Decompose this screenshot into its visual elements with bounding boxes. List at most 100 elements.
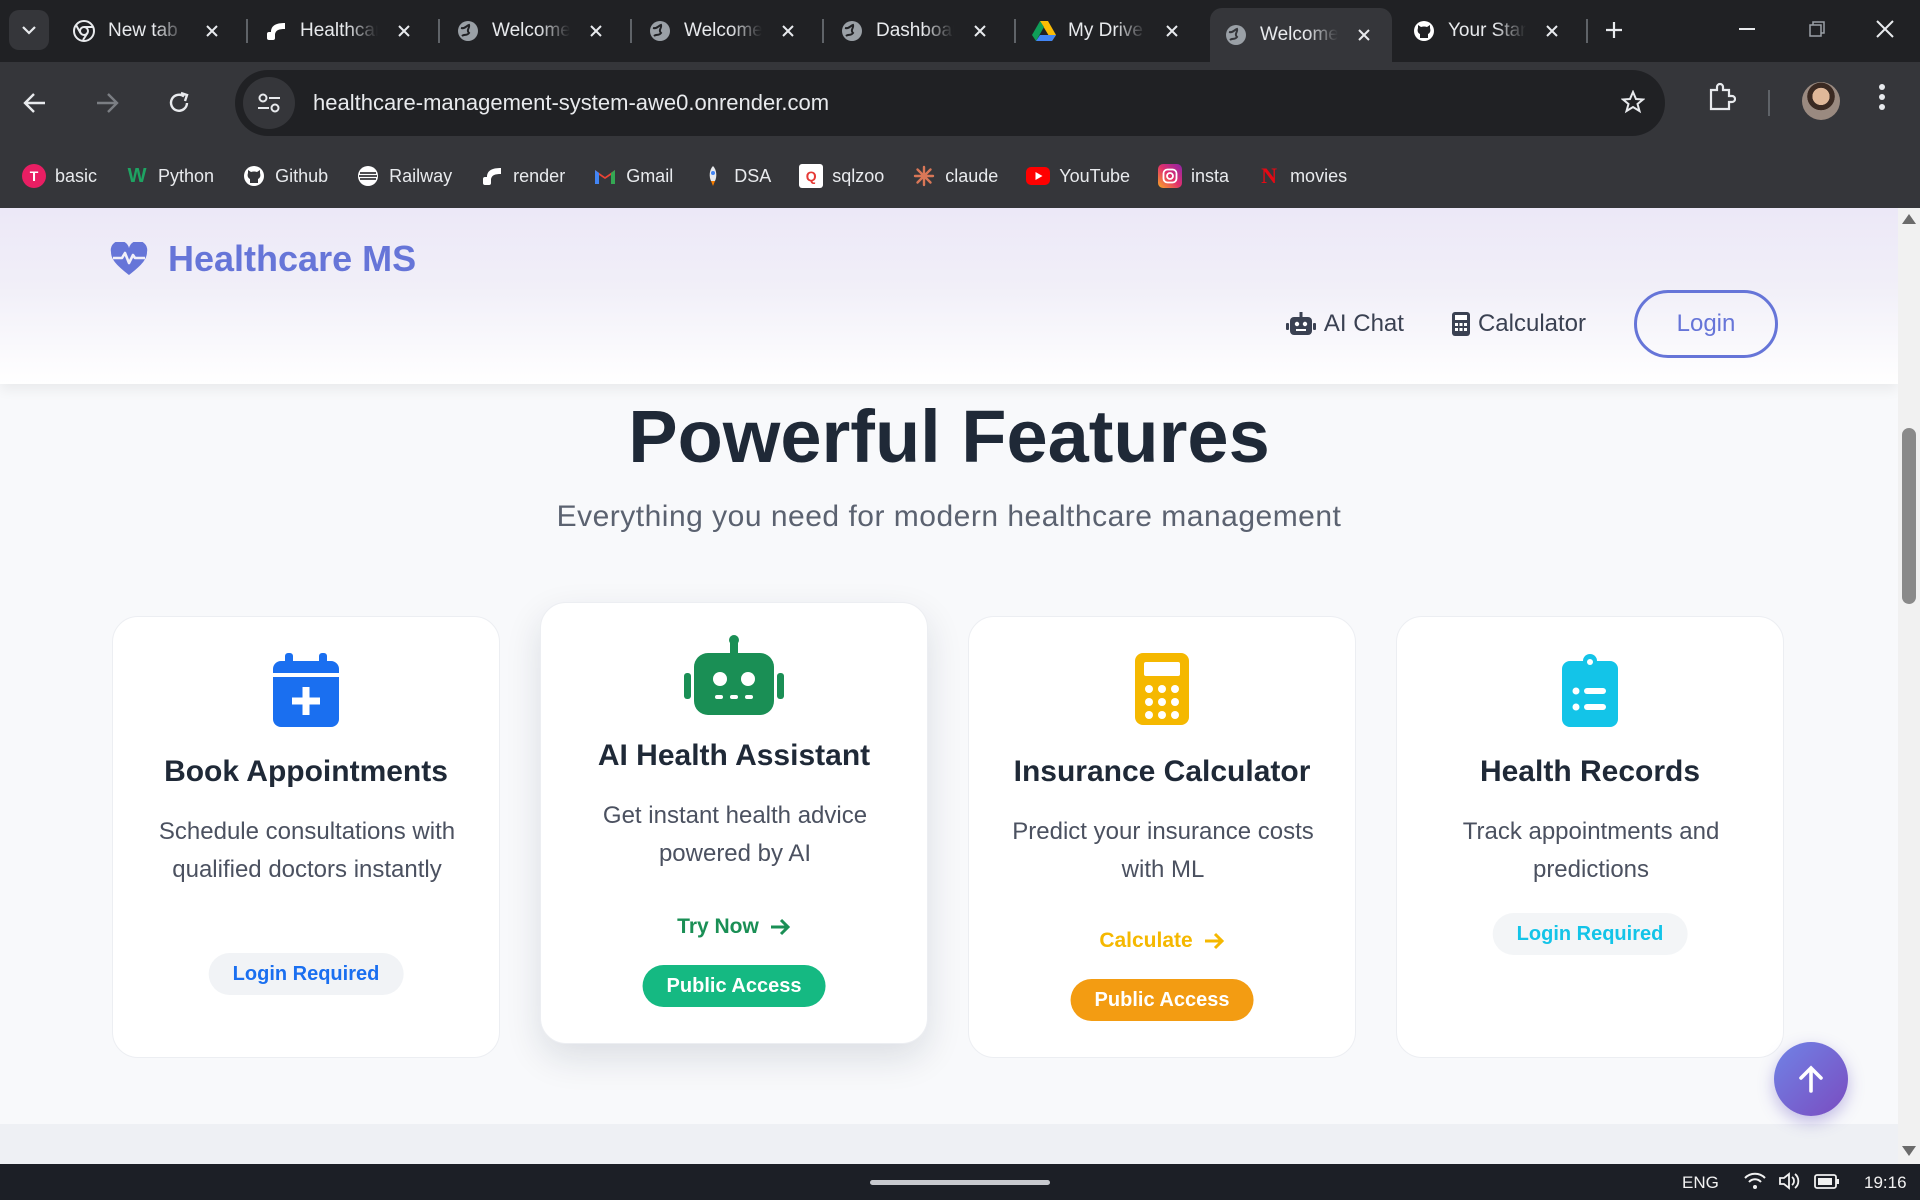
bookmark-python[interactable]: W Python — [125, 164, 215, 188]
clock[interactable]: 19:16 — [1864, 1173, 1907, 1193]
link-label: Try Now — [677, 915, 759, 938]
tab-dashboard[interactable]: Dashboard — [840, 8, 990, 54]
tab-welcome-2[interactable]: Welcome — [648, 8, 798, 54]
try-now-link[interactable]: Try Now — [541, 915, 927, 939]
close-tab-icon[interactable] — [202, 21, 222, 41]
feature-card-health-records[interactable]: Health Records Track appointments and pr… — [1396, 616, 1784, 1058]
login-button[interactable]: Login — [1634, 290, 1778, 358]
page-scrollbar[interactable] — [1898, 208, 1920, 1164]
home-indicator[interactable] — [870, 1180, 1050, 1185]
badge-public-access: Public Access — [1070, 979, 1254, 1021]
badge-login-required: Login Required — [208, 953, 404, 995]
robot-icon — [1285, 312, 1316, 335]
feature-card-ai-assistant[interactable]: AI Health Assistant Get instant health a… — [540, 602, 928, 1044]
tab-my-drive[interactable]: My Drive — [1032, 8, 1182, 54]
reload-button[interactable] — [158, 82, 200, 124]
browser-toolbar: healthcare-management-system-awe0.onrend… — [0, 62, 1920, 144]
bookmark-dsa[interactable]: DSA — [701, 164, 771, 188]
forward-button[interactable] — [86, 82, 128, 124]
language-indicator[interactable]: ENG — [1682, 1173, 1719, 1193]
more-menu-icon[interactable] — [1878, 82, 1886, 117]
calculate-link[interactable]: Calculate — [969, 929, 1355, 953]
tab-title: Your Stars — [1448, 20, 1526, 41]
globe-icon — [1224, 23, 1248, 47]
tab-welcome-1[interactable]: Welcome — [456, 8, 606, 54]
bookmark-gmail[interactable]: Gmail — [593, 164, 673, 188]
tab-welcome-active[interactable]: Welcome — [1210, 8, 1392, 62]
close-icon — [1876, 20, 1894, 38]
arrow-right-icon — [97, 93, 119, 113]
close-tab-icon[interactable] — [970, 21, 990, 41]
feature-card-appointments[interactable]: Book Appointments Schedule consultations… — [112, 616, 500, 1058]
features-section: Powerful Features Everything you need fo… — [0, 384, 1898, 1164]
render-icon — [264, 19, 288, 43]
nav-ai-chat[interactable]: AI Chat — [1285, 310, 1404, 338]
url-text[interactable]: healthcare-management-system-awe0.onrend… — [313, 90, 829, 116]
bookmark-label: DSA — [734, 165, 772, 186]
plus-icon — [1606, 22, 1622, 38]
close-tab-icon[interactable] — [586, 21, 606, 41]
minimize-button[interactable] — [1712, 0, 1782, 58]
extensions-icon[interactable] — [1706, 82, 1737, 117]
close-window-button[interactable] — [1850, 0, 1920, 58]
bookmark-sqlzoo[interactable]: Q sqlzoo — [799, 164, 884, 188]
close-tab-icon[interactable] — [1354, 25, 1374, 45]
arrow-right-icon — [1204, 932, 1224, 950]
bookmark-label: YouTube — [1059, 165, 1131, 186]
brand-name: Healthcare MS — [168, 238, 417, 279]
bookmark-youtube[interactable]: YouTube — [1026, 164, 1130, 188]
close-tab-icon[interactable] — [1162, 21, 1182, 41]
calculator-icon — [1451, 312, 1470, 336]
profile-avatar[interactable] — [1802, 82, 1840, 120]
wifi-icon[interactable] — [1744, 1172, 1766, 1195]
arrow-right-icon — [770, 918, 790, 936]
bookmark-basic[interactable]: T basic — [22, 164, 97, 188]
heartbeat-icon — [110, 242, 148, 275]
github-icon — [242, 164, 266, 188]
bookmark-insta[interactable]: insta — [1158, 164, 1229, 188]
tab-title: Welcome — [1260, 24, 1338, 45]
nav-ai-chat-label: AI Chat — [1323, 310, 1404, 337]
restore-button[interactable] — [1782, 0, 1852, 58]
bookmark-star-icon[interactable] — [1620, 89, 1646, 119]
close-tab-icon[interactable] — [778, 21, 798, 41]
tab-your-stars[interactable]: Your Stars — [1412, 8, 1562, 54]
brand-logo[interactable]: Healthcare MS — [110, 238, 416, 280]
tab-search-button[interactable] — [9, 10, 49, 50]
card-description: Schedule consultations with qualified do… — [158, 818, 456, 883]
nav-calculator[interactable]: Calculator — [1451, 310, 1586, 338]
address-bar[interactable]: healthcare-management-system-awe0.onrend… — [235, 70, 1665, 136]
link-label: Calculate — [1099, 929, 1193, 952]
chevron-down-icon — [22, 26, 36, 35]
sqlzoo-icon: Q — [799, 164, 824, 188]
close-tab-icon[interactable] — [394, 21, 414, 41]
scrollbar-thumb[interactable] — [1902, 428, 1916, 604]
scroll-down-arrow[interactable] — [1902, 1146, 1916, 1156]
volume-icon[interactable] — [1778, 1172, 1800, 1195]
site-info-button[interactable] — [243, 77, 295, 129]
github-icon — [1412, 19, 1436, 43]
bookmark-render[interactable]: render — [480, 164, 565, 188]
new-tab-button[interactable] — [1598, 14, 1630, 46]
next-section-edge — [0, 1124, 1898, 1164]
bookmark-claude[interactable]: claude — [912, 164, 998, 188]
bookmark-github[interactable]: Github — [242, 164, 328, 188]
close-tab-icon[interactable] — [1542, 21, 1562, 41]
feature-card-insurance[interactable]: Insurance Calculator Predict your insura… — [968, 616, 1356, 1058]
back-button[interactable] — [14, 82, 56, 124]
arrow-left-icon — [23, 93, 45, 113]
battery-icon[interactable] — [1814, 1172, 1840, 1195]
bookmark-movies[interactable]: N movies — [1257, 163, 1348, 188]
tab-new-tab[interactable]: New tab — [72, 8, 222, 54]
reload-icon — [169, 91, 189, 112]
bookmark-label: sqlzoo — [832, 165, 885, 186]
scroll-to-top-button[interactable] — [1774, 1042, 1848, 1116]
bookmark-label: movies — [1290, 165, 1348, 186]
scroll-up-arrow[interactable] — [1902, 214, 1916, 224]
bookmark-railway[interactable]: Railway — [356, 164, 452, 188]
card-title: Book Appointments — [164, 755, 448, 788]
card-description: Predict your insurance costs with ML — [1012, 818, 1314, 883]
bookmarks-bar: T basic W Python Github Railway render G… — [0, 144, 1920, 208]
card-title: Health Records — [1479, 755, 1701, 788]
tab-healthcare[interactable]: Healthcare — [264, 8, 414, 54]
